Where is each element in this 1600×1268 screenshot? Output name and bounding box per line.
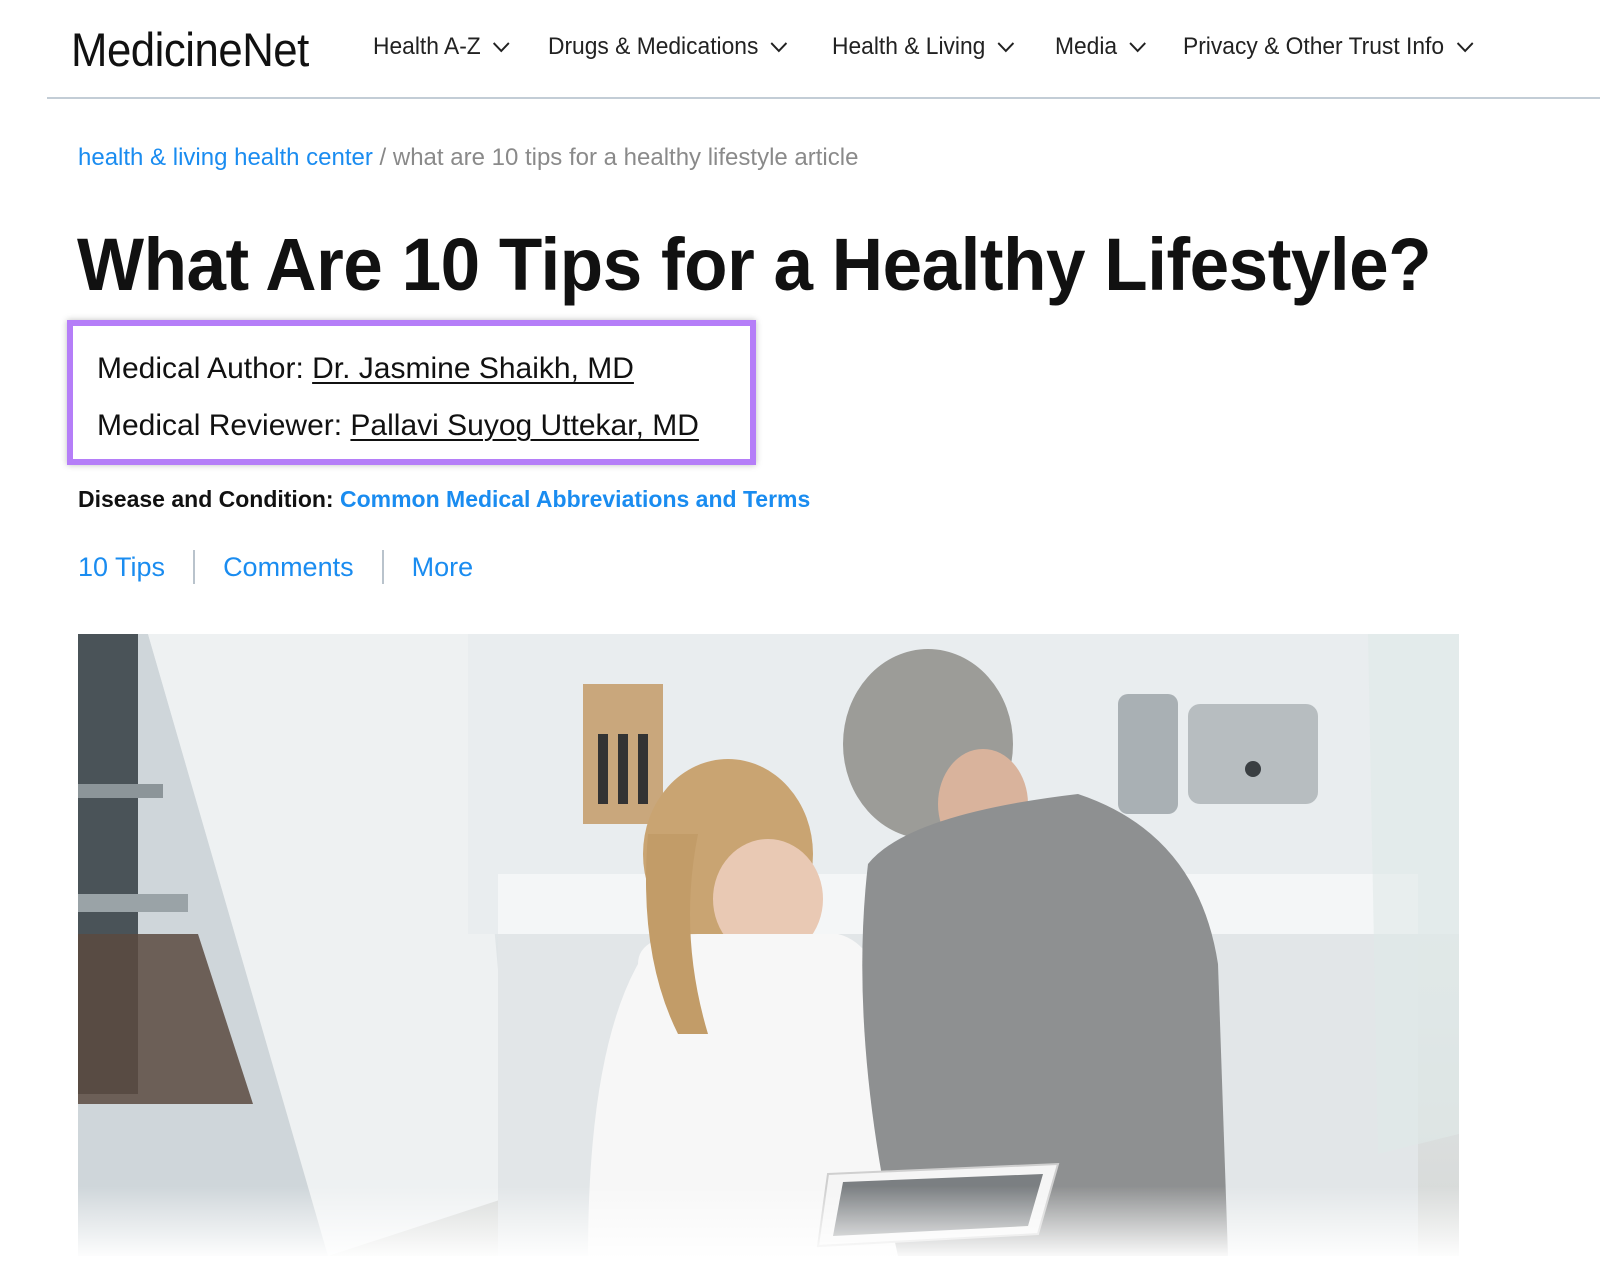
toaster-dial-shape: [1245, 761, 1261, 777]
breadcrumb-link-health-center[interactable]: health & living health center: [78, 144, 373, 171]
hero-illustration: [78, 634, 1459, 1256]
nav-item-label: Health A-Z: [373, 33, 481, 60]
hero-image: [78, 634, 1459, 1256]
nav-item-privacy-trust[interactable]: Privacy & Other Trust Info: [1183, 33, 1474, 61]
medical-reviewer: Medical Reviewer: Pallavi Suyog Uttekar,…: [97, 409, 699, 443]
anchor-divider: [193, 550, 196, 584]
nav-item-label: Drugs & Medications: [548, 33, 759, 60]
knife-shape: [618, 734, 628, 804]
breadcrumb-separator: /: [372, 144, 393, 171]
medical-reviewer-label: Medical Reviewer:: [97, 409, 351, 442]
author-highlight-box: Medical Author: Dr. Jasmine Shaikh, MD M…: [67, 320, 756, 465]
nav-item-health-a-z[interactable]: Health A-Z: [373, 33, 511, 61]
nav-item-drugs-medications[interactable]: Drugs & Medications: [548, 33, 789, 61]
medical-author-link[interactable]: Dr. Jasmine Shaikh, MD: [312, 352, 634, 385]
hero-bottom-fade: [78, 1186, 1459, 1256]
site-header: MedicineNet Health A-Z Drugs & Medicatio…: [47, 0, 1600, 99]
knife-shape: [638, 734, 648, 804]
medical-author: Medical Author: Dr. Jasmine Shaikh, MD: [97, 352, 634, 386]
oven-handle-shape: [78, 784, 163, 798]
nav-item-label: Media: [1055, 33, 1118, 60]
disease-condition-link[interactable]: Common Medical Abbreviations and Terms: [340, 486, 810, 512]
anchor-comments[interactable]: Comments: [223, 552, 354, 583]
site-logo[interactable]: MedicineNet: [71, 22, 309, 77]
chevron-down-icon: [997, 40, 1016, 54]
toaster-shape: [1188, 704, 1318, 804]
chevron-down-icon: [1455, 40, 1474, 54]
oven-handle-shape: [78, 894, 188, 912]
nav-item-health-living[interactable]: Health & Living: [832, 33, 1016, 61]
disease-condition-label: Disease and Condition:: [78, 486, 340, 512]
main-nav: Health A-Z Drugs & Medications Health & …: [373, 33, 1519, 61]
nav-item-label: Health & Living: [831, 33, 986, 60]
nav-item-label: Privacy & Other Trust Info: [1182, 33, 1444, 60]
chevron-down-icon: [492, 40, 511, 54]
kettle-shape: [1118, 694, 1178, 814]
medical-author-label: Medical Author:: [97, 352, 313, 385]
disease-condition: Disease and Condition: Common Medical Ab…: [78, 486, 810, 513]
breadcrumb-current: what are 10 tips for a healthy lifestyle…: [392, 144, 859, 171]
anchor-divider: [381, 550, 384, 584]
glass-shelf-shape: [1368, 634, 1459, 1154]
anchor-more[interactable]: More: [412, 552, 474, 583]
chevron-down-icon: [770, 40, 789, 54]
breadcrumb: health & living health center / what are…: [78, 144, 858, 172]
page-title: What Are 10 Tips for a Healthy Lifestyle…: [77, 223, 1432, 306]
anchor-10-tips[interactable]: 10 Tips: [78, 552, 165, 583]
article-anchor-nav: 10 Tips Comments More: [78, 550, 473, 584]
chevron-down-icon: [1129, 40, 1148, 54]
knife-shape: [598, 734, 608, 804]
medical-reviewer-link[interactable]: Pallavi Suyog Uttekar, MD: [350, 409, 698, 442]
nav-item-media[interactable]: Media: [1055, 33, 1148, 61]
